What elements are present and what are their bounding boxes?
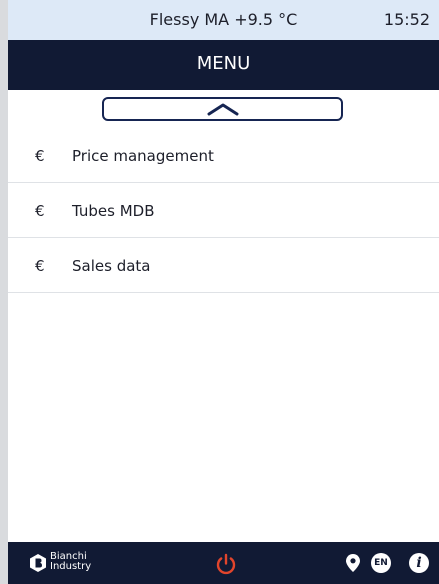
menu-item-label: Sales data: [72, 257, 151, 275]
title-bar: MENU: [8, 40, 439, 90]
menu-item-label: Tubes MDB: [72, 202, 155, 220]
screen: Flessy MA +9.5 °C 15:52 MENU € Price man…: [8, 0, 439, 584]
brand-line-2: Industry: [50, 561, 92, 572]
chevron-up-icon: [207, 103, 239, 116]
euro-icon: €: [35, 147, 45, 165]
menu-item-sales-data[interactable]: € Sales data: [8, 238, 439, 293]
menu-item-price-management[interactable]: € Price management: [8, 128, 439, 183]
menu-item-tubes-mdb[interactable]: € Tubes MDB: [8, 183, 439, 238]
menu-item-label: Price management: [72, 147, 214, 165]
menu-list: € Price management € Tubes MDB € Sales d…: [8, 128, 439, 293]
euro-icon: €: [35, 202, 45, 220]
machine-status: Flessy MA +9.5 °C: [149, 10, 298, 29]
euro-icon: €: [35, 257, 45, 275]
brand-name: Bianchi Industry: [50, 552, 91, 572]
info-icon[interactable]: i: [409, 553, 429, 573]
power-icon[interactable]: [215, 553, 237, 575]
status-bar: Flessy MA +9.5 °C 15:52: [8, 0, 439, 40]
location-pin-icon[interactable]: [346, 554, 360, 572]
bottom-bar: Bianchi Industry EN i: [8, 542, 439, 584]
page-title: MENU: [196, 53, 251, 74]
scroll-up-button[interactable]: [102, 97, 343, 121]
language-button[interactable]: EN: [371, 553, 391, 573]
bianchi-logo-icon: [30, 554, 46, 572]
clock: 15:52: [383, 10, 430, 29]
